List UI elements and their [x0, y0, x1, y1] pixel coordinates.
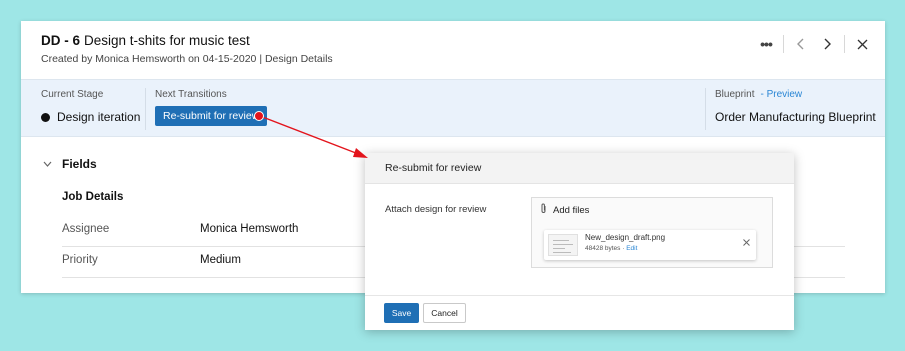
attached-file: New_design_draft.png 48428 bytes · Edit — [544, 230, 756, 260]
divider — [705, 88, 706, 130]
record-header: DD - 6 Design t-shits for music test Crea… — [21, 21, 885, 79]
add-files-label: Add files — [553, 204, 590, 216]
add-files-button[interactable]: Add files — [540, 203, 589, 217]
dialog-footer — [365, 295, 794, 296]
paperclip-icon — [540, 203, 547, 217]
header-actions: ••• — [757, 35, 871, 53]
file-meta: 48428 bytes · Edit — [585, 245, 637, 252]
current-stage-value: Design iteration — [57, 110, 141, 124]
chevron-right-icon[interactable] — [818, 35, 836, 53]
record-id: DD - 6 — [41, 33, 81, 48]
meta-separator: · — [622, 245, 625, 252]
transition-dialog: Re-submit for review Attach design for r… — [365, 153, 794, 330]
cancel-button[interactable]: Cancel — [423, 303, 466, 323]
created-date: on 04-15-2020 — [188, 53, 257, 65]
fields-label: Fields — [62, 157, 97, 171]
created-prefix: Created by — [41, 53, 93, 65]
layout-name: | Design Details — [259, 53, 333, 65]
resubmit-for-review-button[interactable]: Re-submit for review — [155, 106, 268, 126]
divider — [145, 88, 146, 130]
current-stage: Design iteration — [41, 110, 140, 124]
file-edit-link[interactable]: Edit — [626, 245, 637, 252]
file-size: 48428 bytes — [585, 245, 621, 252]
file-name: New_design_draft.png — [585, 233, 666, 242]
attach-design-label: Attach design for review — [385, 204, 487, 215]
preview-link[interactable]: - Preview — [760, 89, 802, 100]
fields-section-toggle[interactable]: Fields — [43, 157, 97, 171]
field-label: Priority — [62, 254, 98, 266]
blueprint-stage-bar: Current Stage Design iteration Next Tran… — [21, 79, 885, 137]
chevron-left-icon[interactable] — [792, 35, 810, 53]
record-subtitle: Created by Monica Hemsworth on 04-15-202… — [41, 53, 333, 65]
record-title: DD - 6 Design t-shits for music test — [41, 33, 250, 48]
field-value[interactable]: Medium — [200, 254, 241, 266]
field-value[interactable]: Monica Hemsworth — [200, 223, 298, 235]
current-stage-label: Current Stage — [41, 89, 104, 100]
field-label: Assignee — [62, 223, 110, 235]
job-details-heading: Job Details — [62, 191, 124, 203]
dialog-title: Re-submit for review — [365, 153, 794, 184]
more-options-icon[interactable]: ••• — [757, 35, 775, 53]
file-thumbnail — [548, 234, 578, 256]
next-transitions-label: Next Transitions — [155, 89, 227, 100]
chevron-down-icon — [43, 159, 52, 169]
close-icon[interactable] — [853, 35, 871, 53]
remove-file-icon[interactable] — [743, 237, 750, 249]
blueprint-label-row: Blueprint - Preview — [715, 89, 802, 100]
file-dropzone[interactable]: Add files New_design_draft.png 48428 byt… — [531, 197, 773, 268]
blueprint-label: Blueprint — [715, 89, 755, 100]
blueprint-name: Order Manufacturing Blueprint — [715, 110, 876, 124]
record-name: Design t-shits for music test — [84, 33, 250, 48]
created-by-name[interactable]: Monica Hemsworth — [95, 53, 185, 65]
divider — [783, 35, 784, 53]
stage-dot-icon — [41, 112, 50, 122]
divider — [844, 35, 845, 53]
save-button[interactable]: Save — [384, 303, 419, 323]
